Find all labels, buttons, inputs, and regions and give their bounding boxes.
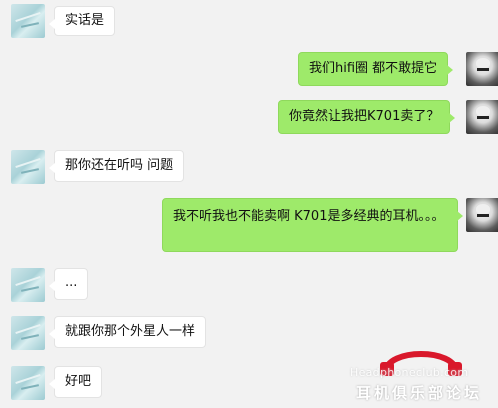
- received-message-bubble[interactable]: 那你还在听吗 问题: [48, 150, 185, 182]
- message-text: 我们hifi圈 都不敢提它: [309, 61, 438, 76]
- received-message-bubble[interactable]: 实话是: [48, 6, 116, 36]
- message-text: 好吧: [65, 374, 92, 389]
- received-message-bubble[interactable]: ...: [48, 268, 89, 300]
- message-text: 就跟你那个外星人一样: [65, 324, 196, 339]
- message-text: 实话是: [65, 13, 105, 28]
- sent-message-bubble[interactable]: 我不听我也不能卖啊 K701是多经典的耳机。。。: [162, 198, 463, 252]
- watermark-site: Headphoneclub.com: [350, 366, 469, 379]
- message-text: 我不听我也不能卖啊 K701是多经典的耳机。。。: [173, 209, 445, 224]
- forum-watermark: Headphoneclub.com 耳机俱乐部论坛: [350, 338, 498, 408]
- contact-avatar[interactable]: [11, 268, 45, 302]
- message-text: 那你还在听吗 问题: [65, 158, 174, 173]
- self-avatar[interactable]: [466, 198, 498, 232]
- sent-message-bubble[interactable]: 我们hifi圈 都不敢提它: [298, 52, 454, 86]
- message-text: 你竟然让我把K701卖了？: [289, 109, 440, 124]
- sent-message-bubble[interactable]: 你竟然让我把K701卖了？: [278, 100, 456, 134]
- watermark-name: 耳机俱乐部论坛: [356, 384, 483, 402]
- contact-avatar[interactable]: [11, 366, 45, 400]
- contact-avatar[interactable]: [11, 316, 45, 350]
- self-avatar[interactable]: [466, 52, 498, 86]
- received-message-bubble[interactable]: 好吧: [48, 366, 103, 398]
- contact-avatar[interactable]: [11, 4, 45, 38]
- received-message-bubble[interactable]: 就跟你那个外星人一样: [48, 316, 207, 348]
- message-text: ...: [65, 275, 78, 290]
- self-avatar[interactable]: [466, 100, 498, 134]
- contact-avatar[interactable]: [11, 150, 45, 184]
